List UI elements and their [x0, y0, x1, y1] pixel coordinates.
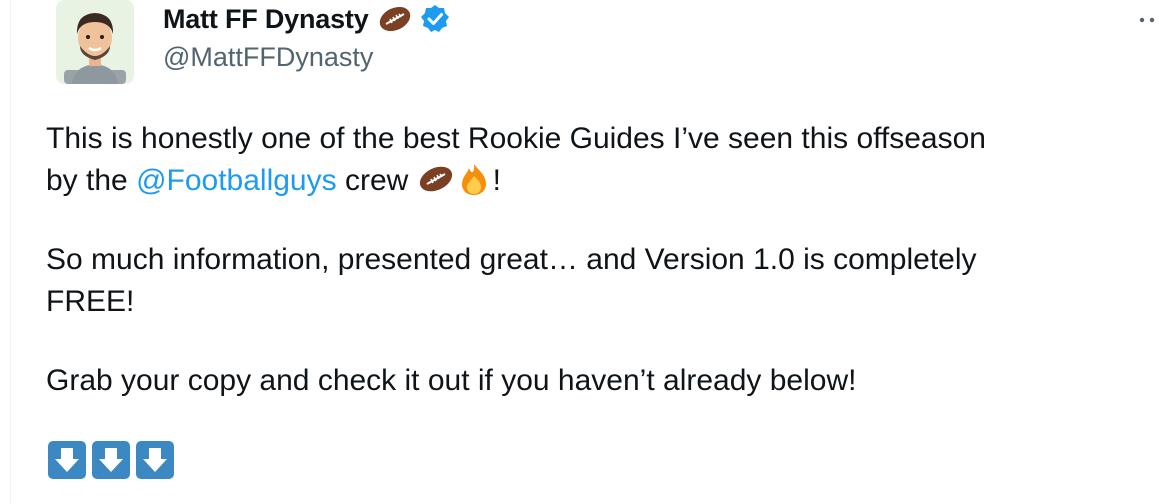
fire-icon	[455, 162, 493, 196]
display-name[interactable]: Matt FF Dynasty	[163, 4, 369, 35]
avatar[interactable]	[56, 0, 134, 84]
down-arrow-icon	[91, 440, 131, 480]
tweet-text-crew: crew	[336, 164, 417, 197]
handle[interactable]: @MattFFDynasty	[163, 42, 451, 73]
tweet-text-by-the: by the	[46, 164, 137, 197]
mention-footballguys[interactable]: @Footballguys	[136, 164, 337, 197]
football-icon	[377, 5, 413, 33]
verified-badge-icon[interactable]	[419, 3, 451, 35]
football-icon	[417, 162, 455, 196]
tweet-text-line-2: by the @Footballguys crew !	[46, 160, 1146, 202]
tweet-text: This is honestly one of the best Rookie …	[46, 118, 1146, 402]
down-arrow-icon	[135, 440, 175, 480]
tweet-text-line-3: So much information, presented great… an…	[46, 243, 977, 276]
down-arrow-icon	[47, 440, 87, 480]
tweet-text-line-1: This is honestly one of the best Rookie …	[46, 122, 986, 155]
tweet-text-exclaim: !	[492, 164, 501, 197]
tweet-text-line-4: FREE!	[46, 285, 135, 318]
name-row: Matt FF Dynasty	[163, 0, 451, 38]
tweet: Matt FF Dynasty @MattFFDynasty This is h…	[0, 0, 1159, 504]
avatar-illustration	[56, 0, 134, 84]
down-arrow-emojis	[47, 440, 175, 480]
author-block: Matt FF Dynasty @MattFFDynasty	[163, 0, 451, 73]
tweet-text-line-5: Grab your copy and check it out if you h…	[46, 364, 857, 397]
more-options-icon[interactable]	[1138, 10, 1159, 30]
